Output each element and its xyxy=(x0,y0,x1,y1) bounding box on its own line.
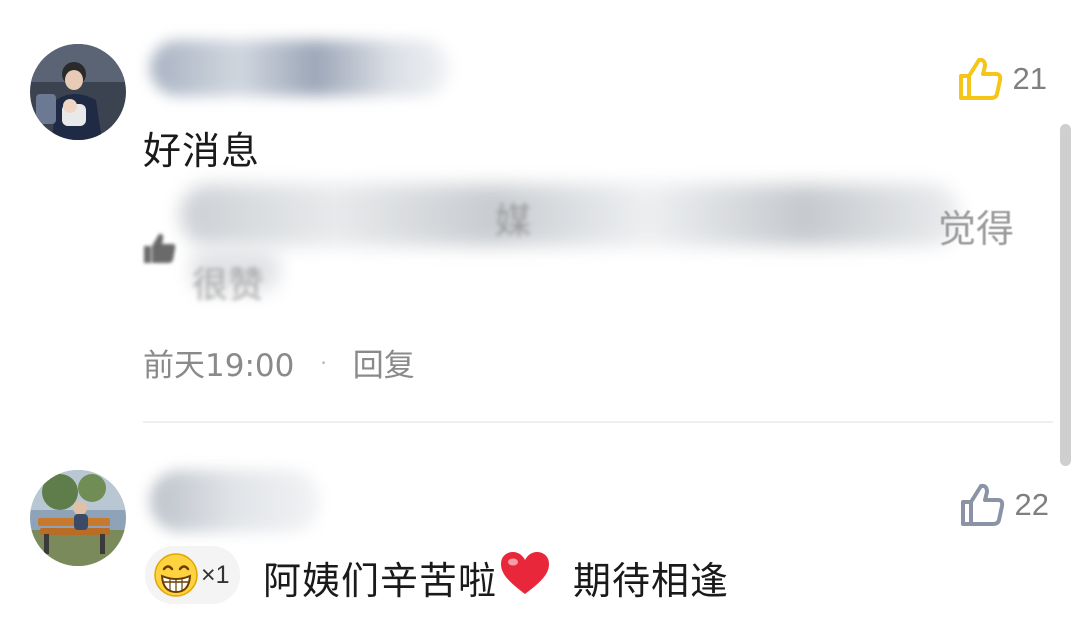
user-avatar[interactable] xyxy=(30,44,126,140)
heart-icon xyxy=(499,550,551,605)
reply-text-fragment: 觉得 xyxy=(937,207,1014,251)
quoted-reply-redacted[interactable]: 媒 觉得 很赞 xyxy=(140,178,1030,308)
timestamp: 前天19:00 xyxy=(143,348,295,384)
comment-meta: 前天19:00 · 回复 xyxy=(143,340,415,385)
emoji-count: ×1 xyxy=(201,560,230,589)
like-button[interactable]: 22 xyxy=(959,482,1049,528)
username-redacted[interactable] xyxy=(150,40,450,96)
redaction-smear xyxy=(180,184,960,246)
thumbs-up-icon xyxy=(958,57,1002,100)
scrollbar[interactable] xyxy=(1060,124,1071,466)
comment-text: 阿姨们辛苦啦 期待相逢 xyxy=(263,550,729,605)
like-button[interactable]: 21 xyxy=(957,56,1047,102)
comment-text-main: 阿姨们辛苦啦 xyxy=(263,559,498,603)
meta-separator: · xyxy=(320,350,327,375)
grinning-emoji-icon xyxy=(154,553,198,597)
reply-text-fragment: 媒 xyxy=(495,201,532,242)
emoji-reaction-chip[interactable]: ×1 xyxy=(145,546,240,604)
like-count: 21 xyxy=(1012,61,1047,96)
comment-thread: 21 好消息 媒 觉得 很赞 前天19:00 · 回复 22 ×1 阿姨们辛苦啦… xyxy=(0,0,1079,618)
comment-text: 好消息 xyxy=(143,129,261,173)
reply-button[interactable]: 回复 xyxy=(353,340,415,385)
like-count: 22 xyxy=(1014,487,1049,522)
comment-divider xyxy=(143,421,1053,423)
small-thumbs-up-icon xyxy=(144,233,176,263)
thumbs-up-icon xyxy=(960,483,1004,526)
user-avatar[interactable] xyxy=(30,470,126,566)
reply-text-fragment: 很赞 xyxy=(192,265,265,306)
username-redacted[interactable] xyxy=(150,470,320,532)
comment-text-tail: 期待相逢 xyxy=(573,559,730,603)
